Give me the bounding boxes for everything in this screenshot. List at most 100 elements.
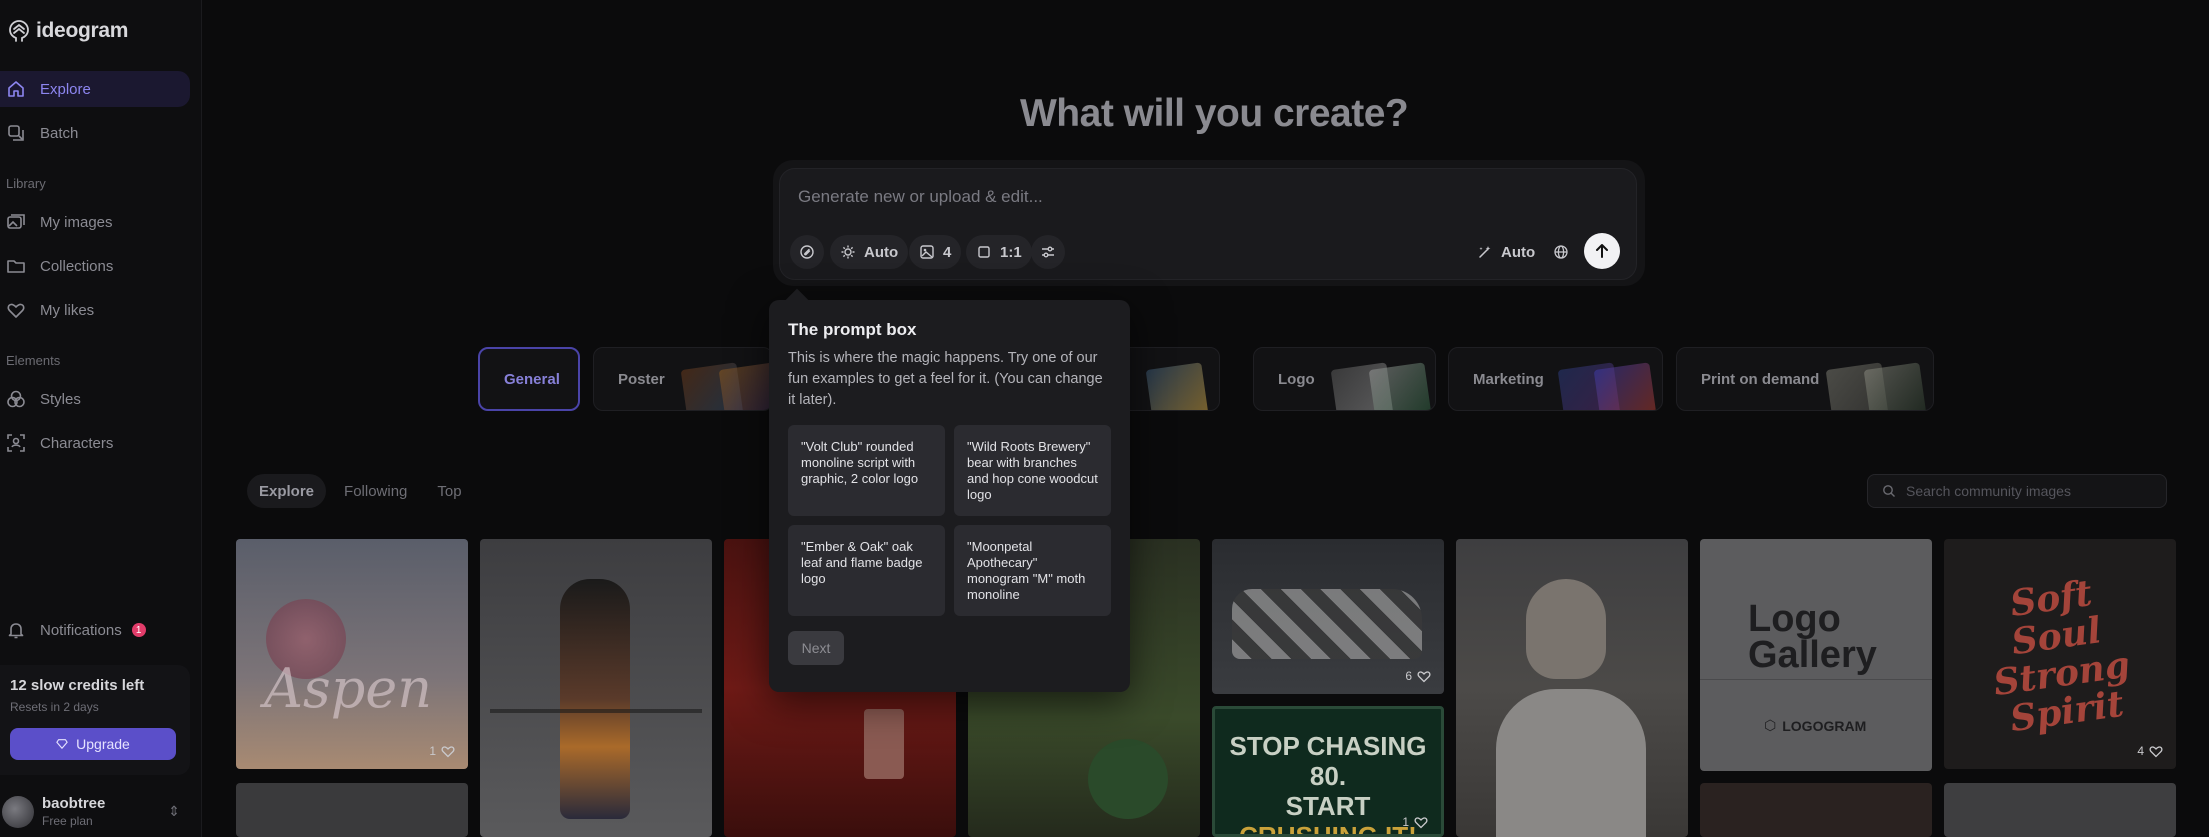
logo-gallery-line-1: Logo [1748,598,1841,640]
example-prompt-ember-oak[interactable]: "Ember & Oak" oak leaf and flame badge l… [788,525,945,616]
gallery-card[interactable] [1944,783,2176,837]
upload-button[interactable] [790,235,824,269]
next-button[interactable]: Next [788,631,844,665]
checkered-car [1232,589,1422,659]
soundwave-line [490,709,702,713]
paperclip-icon [800,245,814,259]
app-root: ideogram Explore Batch Library My images… [0,0,2209,837]
sidebar-item-label: Styles [40,390,81,408]
like-count: 6 [1405,669,1412,683]
tooltip-body: This is where the magic happens. Try one… [788,350,1103,408]
category-general[interactable]: General [478,347,580,411]
globe-icon [1554,245,1568,259]
gallery-card-golf[interactable]: STOP CHASING 80. START CRUSHING IT! 1 [1212,706,1444,837]
divider [1700,679,1932,680]
category-marketing[interactable]: Marketing [1448,347,1663,411]
like-count: 1 [1402,815,1409,829]
sidebar-item-collections[interactable]: Collections [0,248,190,284]
prompt-input[interactable]: Generate new or upload & edit... [798,187,1043,207]
like-count: 4 [2137,744,2144,758]
poster-thumbnail [718,362,772,410]
example-prompt-wild-roots[interactable]: "Wild Roots Brewery" bear with branches … [954,425,1111,516]
visibility-toggle[interactable] [1553,235,1569,269]
batch-icon [8,125,24,141]
app-logo[interactable]: ideogram [6,18,128,44]
settings-button[interactable] [1031,235,1065,269]
hexagon-icon: ⬡ [1764,717,1777,733]
magic-prompt-toggle[interactable]: Auto [1477,235,1535,269]
golf-line-2b: CRUSHING IT! [1239,821,1417,837]
images-icon [7,214,25,229]
like-button[interactable]: 1 [1402,814,1429,830]
category-logo[interactable]: Logo [1253,347,1436,411]
square-icon [978,246,990,258]
aspect-ratio-selector[interactable]: 1:1 [966,235,1032,269]
portrait-head [1526,579,1606,679]
soft-soul-lettering: Soft Soul Strong Spirit [1990,572,2133,741]
feed-tabs: Explore Following Top [247,474,474,508]
tab-explore[interactable]: Explore [247,474,327,508]
sidebar-item-notifications[interactable]: Notifications 1 [6,620,146,640]
marketing-thumbnail [1593,362,1657,410]
gallery-card-soft-soul[interactable]: Soft Soul Strong Spirit 4 [1944,539,2176,769]
example-prompts: "Volt Club" rounded monoline script with… [788,425,1111,616]
style-selector[interactable]: Auto [830,235,909,269]
community-search [1867,474,2167,508]
example-prompt-volt-club[interactable]: "Volt Club" rounded monoline script with… [788,425,945,516]
folder-icon [7,260,25,273]
gallery-card-portrait[interactable] [1456,539,1688,837]
magic-prompt-value: Auto [1501,243,1536,261]
category-label: General [504,370,560,388]
sidebar-item-my-images[interactable]: My images [0,204,190,240]
gallery-card-car[interactable]: 6 [1212,539,1444,694]
category-print-on-demand[interactable]: Print on demand [1676,347,1934,411]
like-button[interactable]: 1 [429,743,456,759]
logo-thumbnail [1368,362,1432,410]
upgrade-button[interactable]: Upgrade [10,728,176,760]
sliders-icon [1042,246,1054,258]
credits-panel: 12 slow credits left Resets in 2 days Up… [0,665,190,775]
characters-icon [7,434,25,452]
tab-following[interactable]: Following [332,474,419,508]
gallery-card-logo-gallery[interactable]: Logo Gallery ⬡ LOGOGRAM [1700,539,1932,771]
sidebar-item-characters[interactable]: Characters [0,425,190,461]
section-label-library: Library [6,176,46,191]
prompt-box[interactable]: Generate new or upload & edit... Auto 4 … [779,168,1637,280]
like-button[interactable]: 6 [1405,668,1432,684]
sidebar-item-my-likes[interactable]: My likes [0,292,190,328]
gallery-card[interactable] [1700,783,1932,837]
gallery-card[interactable] [236,783,468,837]
sidebar-item-batch[interactable]: Batch [0,115,190,151]
app-name: ideogram [36,19,129,42]
sparkle-gear-icon [841,245,855,259]
print-thumbnail [1863,362,1927,410]
user-menu[interactable]: baobtree Free plan ⇕ [0,795,190,828]
sidebar-item-label: My likes [40,301,95,319]
gallery-card-silhouette[interactable] [480,539,712,837]
sidebar-item-explore[interactable]: Explore [0,71,190,107]
credits-reset-text: Resets in 2 days [10,700,99,714]
search-input[interactable] [1906,483,2146,499]
like-count: 1 [429,744,436,758]
like-button[interactable]: 4 [2137,743,2164,759]
image-count-selector[interactable]: 4 [909,235,962,269]
category-poster[interactable]: Poster [593,347,773,411]
example-prompt-moonpetal[interactable]: "Moonpetal Apothecary" monogram "M" moth… [954,525,1111,616]
generate-button[interactable] [1584,233,1620,269]
ideogram-logo-icon [9,20,29,42]
golf-line-1: STOP CHASING 80. [1229,731,1427,791]
sidebar-item-styles[interactable]: Styles [0,381,190,417]
gallery-card-aspen[interactable]: Aspen 1 [236,539,468,769]
heart-icon [1417,671,1431,683]
category-illustration-peek[interactable] [1118,347,1220,411]
logogram-text: LOGOGRAM [1782,717,1867,734]
category-label: Poster [618,370,665,388]
onboarding-tooltip: The prompt box This is where the magic h… [769,300,1130,692]
heart-icon [441,746,455,758]
category-label: Print on demand [1701,370,1820,388]
sidebar-item-label: Batch [40,124,79,142]
tab-top[interactable]: Top [425,474,473,508]
illustration-thumbnail [1145,362,1209,410]
heart-icon [2149,746,2163,758]
image-count-value: 4 [943,243,952,261]
